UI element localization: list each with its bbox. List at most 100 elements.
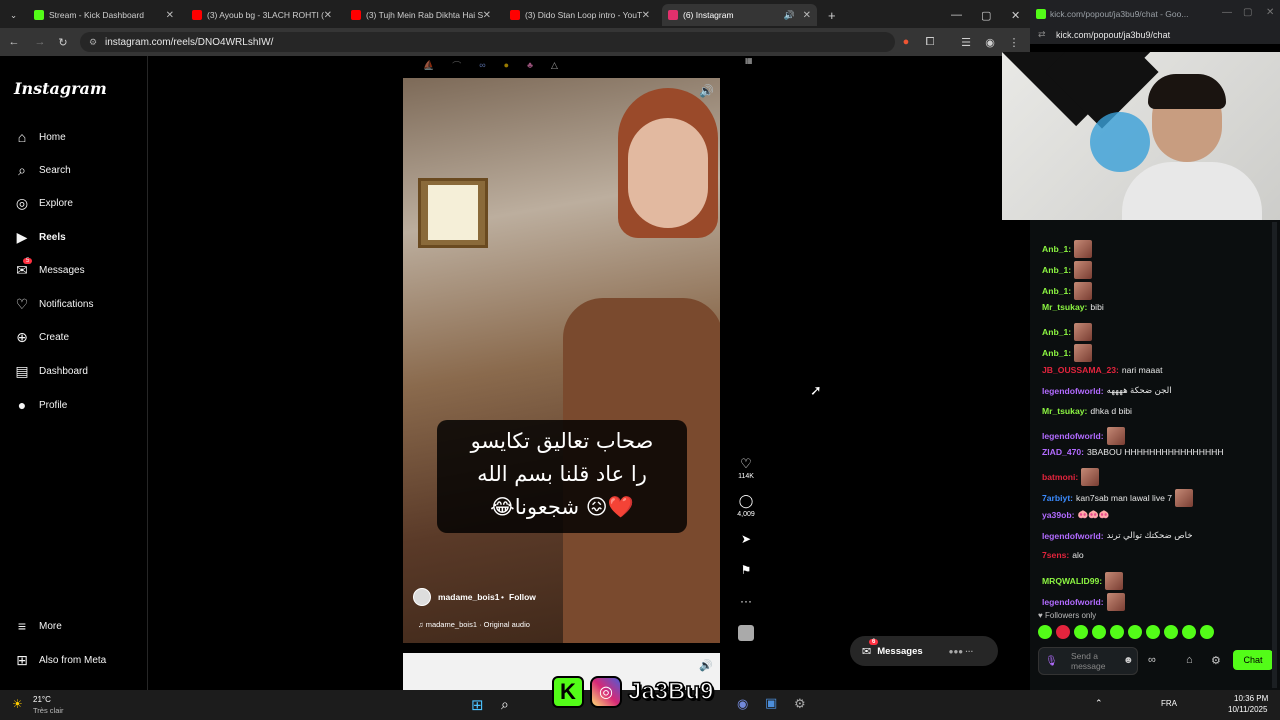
chat-emote bbox=[1074, 261, 1093, 279]
follow-button[interactable]: Follow bbox=[509, 592, 536, 602]
instagram-logo[interactable]: Instagram bbox=[14, 79, 107, 98]
app-icon[interactable]: ▣ bbox=[765, 695, 777, 711]
save-icon[interactable]: ⚑ bbox=[736, 563, 756, 577]
chat-send-button[interactable]: Chat bbox=[1233, 650, 1273, 670]
chat-username[interactable]: Anb_1: bbox=[1042, 244, 1071, 254]
chat-username[interactable]: legendofworld: bbox=[1042, 431, 1104, 441]
windows-start-icon[interactable]: ⊞ bbox=[471, 696, 484, 714]
emote-icon[interactable] bbox=[1164, 625, 1178, 639]
emote-icon[interactable] bbox=[1200, 625, 1214, 639]
nav-also-from-meta[interactable]: ⊞ Also from Meta bbox=[14, 652, 106, 668]
chat-username[interactable]: legendofworld: bbox=[1042, 386, 1104, 396]
close-window-button[interactable]: ✕ bbox=[1005, 4, 1026, 26]
reload-icon[interactable]: ↻ bbox=[55, 34, 71, 50]
nav-home[interactable]: ⌂ Home bbox=[14, 129, 66, 145]
close-tab-icon[interactable]: ✕ bbox=[642, 10, 650, 21]
nav-messages[interactable]: ✉ 5 Messages bbox=[14, 258, 85, 278]
menu-icon[interactable]: ⋮ bbox=[1006, 34, 1022, 50]
chat-username[interactable]: batmoni: bbox=[1042, 472, 1078, 482]
discord-icon[interactable]: ◉ bbox=[737, 696, 748, 712]
audio-label[interactable]: ♫ madame_bois1 · Original audio bbox=[418, 620, 530, 629]
speaker-icon[interactable]: 🔊 bbox=[699, 659, 713, 672]
chat-username[interactable]: Anb_1: bbox=[1042, 286, 1071, 296]
nav-search[interactable]: ⌕ Search bbox=[14, 162, 71, 178]
messages-floating-button[interactable]: ✉ 6 Messages ●●● ··· bbox=[850, 636, 998, 666]
plus-square-icon: ⊕ bbox=[16, 328, 28, 345]
microphone-icon[interactable]: 🎙 bbox=[1045, 656, 1058, 667]
forward-icon[interactable]: → bbox=[32, 34, 48, 50]
speaker-icon[interactable]: 🔊 bbox=[784, 10, 795, 21]
site-info-icon[interactable]: ⚙ bbox=[89, 37, 97, 48]
audio-thumb-icon[interactable]: ▦ bbox=[745, 56, 753, 65]
extensions-puzzle-icon[interactable]: ⧠ bbox=[922, 34, 938, 50]
speaker-icon[interactable]: 🔊 bbox=[699, 84, 714, 98]
nav-dashboard[interactable]: ▤ Dashboard bbox=[14, 363, 88, 379]
gift-icon[interactable]: ⌂ bbox=[1186, 654, 1193, 666]
chat-username[interactable]: 7sens: bbox=[1042, 550, 1069, 560]
like-icon[interactable]: ♡ bbox=[736, 456, 756, 472]
emote-icon[interactable] bbox=[1056, 625, 1070, 639]
tray-chevron-icon[interactable]: ⌃ bbox=[1095, 698, 1103, 709]
close-tab-icon[interactable]: ✕ bbox=[166, 10, 174, 21]
nav-create[interactable]: ⊕ Create bbox=[14, 329, 69, 345]
chat-username[interactable]: Anb_1: bbox=[1042, 348, 1071, 358]
share-icon[interactable]: ➤ bbox=[736, 532, 756, 546]
chat-username[interactable]: legendofworld: bbox=[1042, 531, 1104, 541]
emote-icon[interactable] bbox=[1092, 625, 1106, 639]
tab-youtube-1[interactable]: (3) Ayoub bg - 3LACH ROHTI (✕ bbox=[186, 4, 338, 26]
settings-icon[interactable]: ⚙ bbox=[794, 696, 806, 712]
nav-reels[interactable]: ▶ Reels bbox=[14, 229, 66, 245]
emote-icon[interactable] bbox=[1128, 625, 1142, 639]
tab-search-button[interactable]: ⌄ bbox=[4, 4, 24, 26]
chat-scrollbar[interactable] bbox=[1272, 222, 1277, 688]
chat-username[interactable]: legendofworld: bbox=[1042, 597, 1104, 607]
user-list-icon[interactable]: ∞ bbox=[1148, 654, 1156, 666]
audio-thumbnail[interactable] bbox=[738, 625, 754, 641]
send-message-input[interactable]: 🎙 Send a message ☻ bbox=[1038, 647, 1138, 675]
close-window-button[interactable]: ✕ bbox=[1266, 7, 1274, 18]
chat-username[interactable]: Anb_1: bbox=[1042, 265, 1071, 275]
tab-youtube-3[interactable]: (3) Dido Stan Loop intro - YouT ✕ bbox=[504, 4, 656, 26]
minimize-button[interactable]: — bbox=[1222, 7, 1232, 18]
author-avatar[interactable] bbox=[413, 588, 431, 606]
emote-icon[interactable] bbox=[1182, 625, 1196, 639]
chat-username[interactable]: Anb_1: bbox=[1042, 327, 1071, 337]
more-options-icon[interactable]: ··· bbox=[736, 594, 756, 608]
comment-icon[interactable]: ◯ bbox=[736, 493, 756, 509]
close-tab-icon[interactable]: ✕ bbox=[803, 10, 811, 21]
tab-kick-dashboard[interactable]: Stream - Kick Dashboard ✕ bbox=[28, 4, 180, 26]
chat-username[interactable]: ZIAD_470: bbox=[1042, 447, 1084, 457]
new-tab-button[interactable]: + bbox=[822, 4, 838, 26]
maximize-button[interactable]: ▢ bbox=[975, 4, 997, 26]
maximize-button[interactable]: ▢ bbox=[1243, 7, 1252, 18]
close-tab-icon[interactable]: ✕ bbox=[483, 10, 491, 21]
tab-instagram[interactable]: (6) Instagram 🔊 ✕ bbox=[662, 4, 817, 26]
close-tab-icon[interactable]: ✕ bbox=[324, 10, 332, 21]
chat-username[interactable]: Mr_tsukay: bbox=[1042, 302, 1087, 312]
chat-username[interactable]: Mr_tsukay: bbox=[1042, 406, 1087, 416]
nav-more[interactable]: ≡ More bbox=[14, 618, 62, 634]
chat-message: Anb_1: bbox=[1042, 323, 1093, 341]
chat-username[interactable]: 7arbiyt: bbox=[1042, 493, 1073, 503]
url-field[interactable]: instagram.com/reels/DNO4WRLshIW/ bbox=[80, 32, 895, 52]
chat-username[interactable]: JB_OUSSAMA_23: bbox=[1042, 365, 1119, 375]
reel-video[interactable]: 🔊 madame_bois1 • Follow ♫ madame_bois1 ·… bbox=[403, 78, 720, 643]
tab-youtube-2[interactable]: (3) Tujh Mein Rab Dikhta Hai S ✕ bbox=[345, 4, 497, 26]
media-control-icon[interactable]: ☰ bbox=[958, 34, 974, 50]
nav-profile[interactable]: ● Profile bbox=[14, 397, 68, 413]
emote-icon[interactable] bbox=[1146, 625, 1160, 639]
emote-icon[interactable] bbox=[1038, 625, 1052, 639]
search-icon[interactable]: ⌕ bbox=[501, 696, 509, 713]
emote-icon[interactable] bbox=[1110, 625, 1124, 639]
chat-username[interactable]: ya39ob: bbox=[1042, 510, 1074, 520]
nav-explore[interactable]: ◎ Explore bbox=[14, 195, 73, 211]
back-icon[interactable]: ← bbox=[6, 34, 22, 50]
extension-icon[interactable]: ● bbox=[898, 34, 914, 50]
minimize-button[interactable]: — bbox=[945, 4, 968, 26]
emoji-icon[interactable]: ☻ bbox=[1123, 655, 1134, 666]
settings-icon[interactable]: ⚙ bbox=[1211, 654, 1221, 667]
profile-avatar-icon[interactable]: ◉ bbox=[982, 34, 998, 50]
emote-icon[interactable] bbox=[1074, 625, 1088, 639]
chat-username[interactable]: MRQWALID99: bbox=[1042, 576, 1102, 586]
nav-notifications[interactable]: ♡ Notifications bbox=[14, 296, 94, 312]
